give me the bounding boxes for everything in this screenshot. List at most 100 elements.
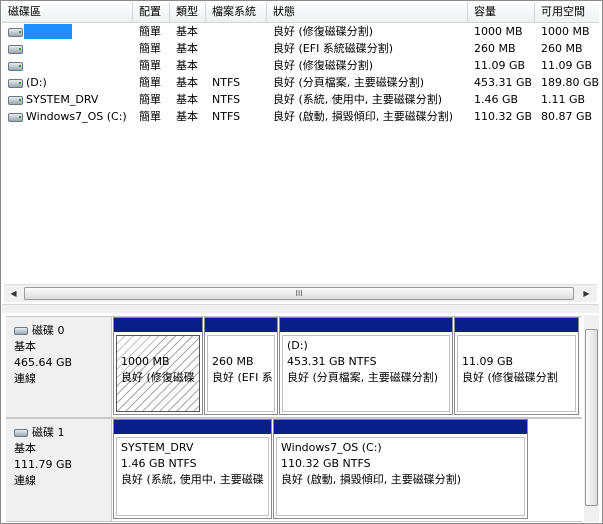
volume-filesystem: [208, 57, 269, 74]
volume-layout: 簡單: [139, 59, 161, 72]
volume-status: 良好 (修復磁碟分割): [273, 25, 374, 38]
volume-status: 良好 (啟動, 損毀傾印, 主要磁碟分割): [273, 110, 454, 123]
volume-capacity: 1.46 GB: [474, 93, 519, 106]
disk-1-label[interactable]: 磁碟 1 基本 111.79 GB 連線: [6, 419, 112, 521]
partition-name: (D:): [287, 339, 308, 352]
partition-body: SYSTEM_DRV 1.46 GB NTFS 良好 (系統, 使用中, 主要磁…: [116, 437, 269, 516]
partition-name: [121, 338, 199, 354]
volume-row[interactable]: 簡單 基本 良好 (EFI 系統磁碟分割) 260 MB 260 MB: [2, 40, 599, 57]
volume-type: 基本: [176, 25, 198, 38]
volume-free-space: 1000 MB: [541, 25, 590, 38]
disk-0-label[interactable]: 磁碟 0 基本 465.64 GB 連線: [6, 317, 112, 417]
disk-kind: 基本: [14, 442, 36, 455]
partition-box[interactable]: Windows7_OS (C:) 110.32 GB NTFS 良好 (啟動, …: [273, 419, 528, 519]
volume-status: 良好 (系統, 使用中, 主要磁碟分割): [273, 93, 443, 106]
volume-capacity: 260 MB: [474, 42, 516, 55]
volume-capacity: 1000 MB: [474, 25, 523, 38]
column-header-type[interactable]: 類型: [170, 2, 206, 22]
disk-drive-icon: [8, 45, 23, 54]
partition-box[interactable]: 11.09 GB 良好 (修復磁碟分割: [454, 317, 579, 415]
partition-name: [212, 338, 274, 354]
partition-status: 良好 (修復磁碟分割: [462, 371, 558, 384]
partition-size: 11.09 GB: [462, 355, 514, 368]
volume-status: 良好 (分頁檔案, 主要磁碟分割): [273, 76, 425, 89]
disk-title: 磁碟 1: [32, 426, 65, 439]
partition-size: 453.31 GB NTFS: [287, 355, 377, 368]
scrollbar-thumb[interactable]: III: [24, 287, 574, 300]
volume-name: Windows7_OS (C:): [26, 110, 127, 123]
vertical-scrollbar[interactable]: [584, 315, 599, 522]
volume-status: 良好 (EFI 系統磁碟分割): [273, 42, 394, 55]
volume-row[interactable]: 簡單 基本 良好 (修復磁碟分割) 11.09 GB 11.09 GB: [2, 57, 599, 74]
volume-name: [22, 57, 133, 74]
disk-drive-icon: [8, 79, 23, 88]
partition-name: Windows7_OS (C:): [281, 441, 382, 454]
column-header-layout[interactable]: 配置: [133, 2, 170, 22]
volume-layout: 簡單: [139, 42, 161, 55]
partition-status: 良好 (EFI 系: [212, 371, 273, 384]
volume-capacity: 453.31 GB: [474, 76, 533, 89]
volume-row[interactable]: Windows7_OS (C:) 簡單 基本 NTFS 良好 (啟動, 損毀傾印…: [2, 108, 599, 125]
disk-icon: [14, 327, 28, 335]
partition-status: 良好 (啟動, 損毀傾印, 主要磁碟分割): [281, 473, 462, 486]
volume-type: 基本: [176, 93, 198, 106]
volume-filesystem: NTFS: [212, 110, 241, 123]
column-header-filesystem[interactable]: 檔案系統: [206, 2, 267, 22]
volume-row[interactable]: 簡單 基本 良好 (修復磁碟分割) 1000 MB 1000 MB: [2, 23, 599, 40]
volume-status: 良好 (修復磁碟分割): [273, 59, 374, 72]
partition-header-bar: [205, 318, 277, 332]
partition-status: 良好 (分頁檔案, 主要磁碟分割): [287, 371, 439, 384]
vertical-scrollbar-thumb[interactable]: [585, 329, 598, 506]
partition-body-selected: 1000 MB 良好 (修復磁碟: [116, 335, 200, 412]
volume-type: 基本: [176, 59, 198, 72]
disk-1-panel: 磁碟 1 基本 111.79 GB 連線 SYSTEM_DRV 1.46 GB …: [6, 418, 582, 522]
disk-state: 連線: [14, 372, 36, 385]
partition-body: 11.09 GB 良好 (修復磁碟分割: [457, 335, 576, 412]
column-header-capacity[interactable]: 容量: [468, 2, 535, 22]
volume-capacity: 110.32 GB: [474, 110, 533, 123]
volume-row[interactable]: (D:) 簡單 基本 NTFS 良好 (分頁檔案, 主要磁碟分割) 453.31…: [2, 74, 599, 91]
volume-free-space: 80.87 GB: [541, 110, 593, 123]
disk-state: 連線: [14, 474, 36, 487]
partition-header-bar: [280, 318, 452, 332]
volume-type: 基本: [176, 110, 198, 123]
column-header-row: 磁碟區 配置 類型 檔案系統 狀態 容量 可用空間: [2, 2, 599, 23]
volume-filesystem: NTFS: [212, 76, 241, 89]
disk-kind: 基本: [14, 340, 36, 353]
disk-title: 磁碟 0: [32, 324, 65, 337]
column-header-status[interactable]: 狀態: [267, 2, 468, 22]
partition-box[interactable]: 1000 MB 良好 (修復磁碟: [113, 317, 203, 415]
volume-layout: 簡單: [139, 93, 161, 106]
column-header-volume[interactable]: 磁碟區: [2, 2, 133, 22]
partition-box[interactable]: 260 MB 良好 (EFI 系: [204, 317, 278, 415]
partition-size: 1.46 GB NTFS: [121, 457, 197, 470]
volume-name: (D:): [26, 76, 47, 89]
partition-header-bar: [455, 318, 578, 332]
volume-free-space: 1.11 GB: [541, 93, 586, 106]
volume-layout: 簡單: [139, 76, 161, 89]
partition-size: 260 MB: [212, 355, 254, 368]
volume-row[interactable]: SYSTEM_DRV 簡單 基本 NTFS 良好 (系統, 使用中, 主要磁碟分…: [2, 91, 599, 108]
volume-list: 磁碟區 配置 類型 檔案系統 狀態 容量 可用空間 簡單 基本 良好 (修復磁碟…: [2, 2, 599, 285]
partition-name: [462, 338, 575, 354]
partition-box[interactable]: (D:) 453.31 GB NTFS 良好 (分頁檔案, 主要磁碟分割): [279, 317, 453, 415]
column-header-free-space[interactable]: 可用空間: [535, 2, 599, 22]
scroll-right-arrow-icon[interactable]: ▶: [578, 286, 595, 301]
redacted-volume-name: [24, 24, 72, 39]
partition-status: 良好 (系統, 使用中, 主要磁碟: [121, 473, 264, 486]
partition-name: SYSTEM_DRV: [121, 441, 194, 454]
partition-header-bar: [114, 318, 202, 332]
disk-size: 111.79 GB: [14, 458, 73, 471]
horizontal-scrollbar[interactable]: ◀ III ▶: [4, 284, 597, 302]
partition-status: 良好 (修復磁碟: [121, 371, 195, 384]
volume-filesystem: [208, 23, 269, 40]
partition-body: (D:) 453.31 GB NTFS 良好 (分頁檔案, 主要磁碟分割): [282, 335, 450, 412]
volume-free-space: 189.80 GB: [541, 76, 599, 89]
volume-layout: 簡單: [139, 110, 161, 123]
partition-header-bar: [114, 420, 271, 434]
partition-box[interactable]: SYSTEM_DRV 1.46 GB NTFS 良好 (系統, 使用中, 主要磁…: [113, 419, 272, 519]
partition-body: 260 MB 良好 (EFI 系: [207, 335, 275, 412]
disk-drive-icon: [8, 28, 23, 37]
scroll-left-arrow-icon[interactable]: ◀: [5, 286, 22, 301]
volume-type: 基本: [176, 42, 198, 55]
